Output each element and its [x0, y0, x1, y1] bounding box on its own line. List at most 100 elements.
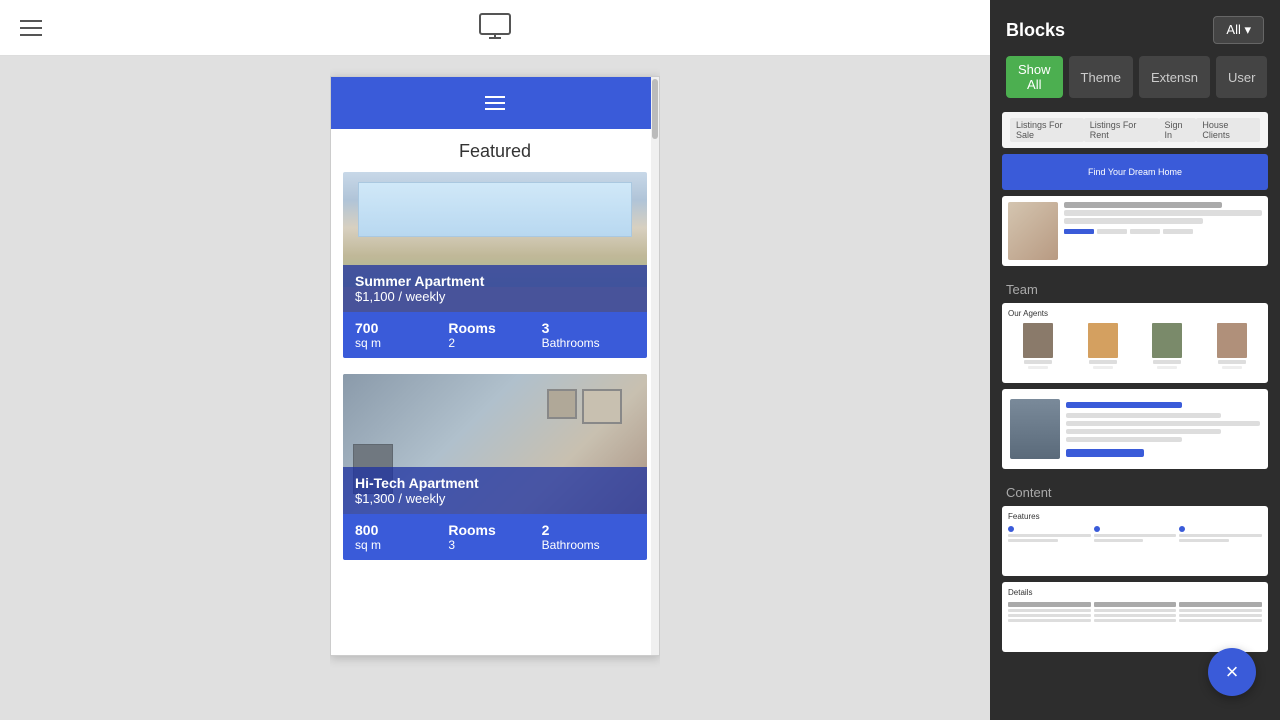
thumb-agent-detail-content — [1002, 389, 1268, 469]
block-thumb-blue-banner[interactable]: Find Your Dream Home — [1002, 154, 1268, 190]
thumb-prop-line-2 — [1064, 218, 1203, 224]
thumb-agent-role-1 — [1028, 366, 1048, 369]
thumb-feature-line-1 — [1008, 534, 1091, 537]
property-name-1: Summer Apartment — [355, 273, 635, 289]
thumb-feature-dot-1 — [1008, 526, 1014, 532]
thumb-detail-col-2 — [1094, 602, 1177, 622]
thumb-feature-2 — [1094, 526, 1177, 542]
block-thumb-team-agents[interactable]: Our Agents — [1002, 303, 1268, 383]
featured-section-title: Featured — [331, 129, 659, 172]
blocks-header: Blocks All ▾ — [990, 0, 1280, 56]
thumb-agent-4 — [1202, 323, 1263, 369]
thumb-detail-header-3 — [1179, 602, 1262, 607]
thumb-prop-info — [1064, 202, 1262, 260]
thumb-prop-tab-3 — [1130, 229, 1160, 234]
thumb-features-content: Features — [1002, 506, 1268, 576]
stat-rooms-2: Rooms 3 — [448, 522, 541, 552]
property-stats-2: 800 sq m Rooms 3 2 Bathrooms — [343, 514, 647, 560]
property-price-2: $1,300 / weekly — [355, 491, 635, 506]
mobile-nav-bar — [331, 77, 659, 129]
block-thumb-nav-links[interactable]: Listings For Sale Listings For Rent Sign… — [1002, 112, 1268, 148]
thumb-team-title: Our Agents — [1008, 309, 1262, 318]
all-filter-dropdown[interactable]: All ▾ — [1213, 16, 1264, 44]
thumb-nav-link-3: Sign In — [1159, 118, 1197, 142]
property-image-2: Hi-Tech Apartment $1,300 / weekly — [343, 374, 647, 514]
blocks-title: Blocks — [1006, 20, 1065, 41]
thumb-features-grid — [1008, 526, 1262, 542]
block-thumb-details[interactable]: Details — [1002, 582, 1268, 652]
thumb-agent-name-1 — [1024, 360, 1052, 364]
thumb-agent-big-photo — [1010, 399, 1060, 459]
block-thumb-agent-detail[interactable] — [1002, 389, 1268, 469]
monitor-icon — [477, 10, 513, 46]
thumb-details-title: Details — [1008, 588, 1262, 597]
tab-extension[interactable]: Extensn — [1139, 56, 1210, 98]
thumb-detail-header-1 — [1008, 602, 1091, 607]
thumb-prop-tabs — [1064, 229, 1262, 234]
thumb-detail-row-2b — [1094, 614, 1177, 617]
thumb-prop-tab-2 — [1097, 229, 1127, 234]
thumb-blue-banner-content: Find Your Dream Home — [1002, 154, 1268, 190]
mobile-preview-frame: Featured Summer Apartment $1,100 / weekl… — [330, 76, 660, 656]
thumb-detail-row-2a — [1094, 609, 1177, 612]
mobile-hamburger-icon — [485, 96, 505, 110]
thumb-agent-photo-4 — [1217, 323, 1247, 358]
thumb-detail-row-1c — [1008, 619, 1091, 622]
thumb-feature-line-3b — [1179, 539, 1229, 542]
property-card-1[interactable]: Summer Apartment $1,100 / weekly 700 sq … — [343, 172, 647, 358]
thumb-team-agents-row — [1008, 323, 1262, 369]
thumb-nav-link-2: Listings For Rent — [1084, 118, 1159, 142]
thumb-prop-image — [1008, 202, 1058, 260]
tab-theme[interactable]: Theme — [1069, 56, 1133, 98]
thumb-agent-photo-2 — [1088, 323, 1118, 358]
thumb-detail-row-3b — [1179, 614, 1262, 617]
stat-rooms-1: Rooms 2 — [448, 320, 541, 350]
thumb-detail-col-1 — [1008, 602, 1091, 622]
thumb-detail-row-2c — [1094, 619, 1177, 622]
thumb-detail-col-3 — [1179, 602, 1262, 622]
thumb-agent-text-1 — [1066, 413, 1221, 418]
left-panel: Featured Summer Apartment $1,100 / weekl… — [0, 0, 990, 720]
thumb-detail-row-1b — [1008, 614, 1091, 617]
tab-show-all[interactable]: Show All — [1006, 56, 1063, 98]
blocks-sidebar: Blocks All ▾ Show All Theme Extensn User… — [990, 0, 1280, 720]
tab-user[interactable]: User — [1216, 56, 1267, 98]
thumb-agent-2 — [1073, 323, 1134, 369]
stat-bathrooms-1: 3 Bathrooms — [542, 320, 635, 350]
thumb-agent-text-3 — [1066, 429, 1221, 434]
property-overlay-2: Hi-Tech Apartment $1,300 / weekly — [343, 467, 647, 514]
thumb-feature-dot-2 — [1094, 526, 1100, 532]
block-thumb-features[interactable]: Features — [1002, 506, 1268, 576]
thumb-nav-link-1: Listings For Sale — [1010, 118, 1084, 142]
thumb-agent-text-4 — [1066, 437, 1182, 442]
mobile-scrollbar[interactable] — [651, 77, 659, 655]
hamburger-menu-icon[interactable] — [20, 20, 42, 36]
thumb-agent-text — [1066, 402, 1260, 457]
thumb-nav-links-content: Listings For Sale Listings For Rent Sign… — [1002, 112, 1268, 148]
thumb-feature-3 — [1179, 526, 1262, 542]
property-card-2[interactable]: Hi-Tech Apartment $1,300 / weekly 800 sq… — [343, 374, 647, 560]
thumb-blue-banner-text: Find Your Dream Home — [1088, 167, 1182, 177]
thumb-agent-role-3 — [1157, 366, 1177, 369]
thumb-agent-photo-1 — [1023, 323, 1053, 358]
thumb-details-content: Details — [1002, 582, 1268, 652]
thumb-features-title: Features — [1008, 512, 1262, 521]
mobile-content: Featured Summer Apartment $1,100 / weekl… — [331, 77, 659, 655]
thumb-feature-dot-3 — [1179, 526, 1185, 532]
thumb-agent-1 — [1008, 323, 1069, 369]
thumb-feature-line-2 — [1094, 534, 1177, 537]
stat-bathrooms-2: 2 Bathrooms — [542, 522, 635, 552]
stat-sqm-1: 700 sq m — [355, 320, 448, 350]
thumb-prop-title-line — [1064, 202, 1222, 208]
block-thumb-property-detail[interactable] — [1002, 196, 1268, 266]
thumb-agent-role-4 — [1222, 366, 1242, 369]
top-bar — [0, 0, 990, 56]
close-fab-button[interactable]: × — [1208, 648, 1256, 696]
thumb-agent-name-2 — [1089, 360, 1117, 364]
thumb-detail-header-2 — [1094, 602, 1177, 607]
thumb-agent-name-4 — [1218, 360, 1246, 364]
thumb-feature-1 — [1008, 526, 1091, 542]
thumb-detail-row-3c — [1179, 619, 1262, 622]
property-name-2: Hi-Tech Apartment — [355, 475, 635, 491]
property-image-1: Summer Apartment $1,100 / weekly — [343, 172, 647, 312]
